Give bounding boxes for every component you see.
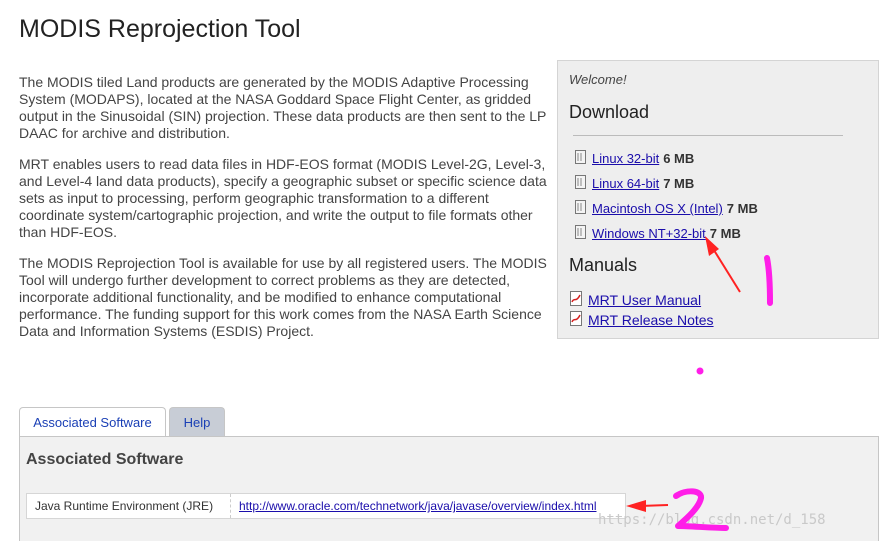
file-size: 7 MB [663,176,695,191]
intro-paragraph: The MODIS tiled Land products are genera… [19,74,547,141]
intro-paragraph: The MODIS Reprojection Tool is available… [19,255,547,339]
welcome-text: Welcome! [569,72,627,87]
download-link-windows[interactable]: Windows NT+32-bit [592,226,706,241]
sidebar-box: Welcome! Download Linux 32-bit 6 MB Linu… [557,60,879,339]
divider [573,135,843,136]
table-row: Java Runtime Environment (JRE) http://ww… [26,493,626,519]
software-name: Java Runtime Environment (JRE) [27,494,231,518]
document-icon [575,200,586,214]
annotation-dot [696,367,704,375]
tab-associated-software[interactable]: Associated Software [19,407,166,438]
tab-help[interactable]: Help [169,407,225,437]
pdf-icon [570,291,582,306]
intro-paragraph: MRT enables users to read data files in … [19,156,547,240]
document-icon [575,175,586,189]
manual-item-user: MRT User Manual [570,290,701,308]
document-icon [575,150,586,164]
panel-title: Associated Software [26,451,184,468]
intro-text: The MODIS tiled Land products are genera… [19,74,551,354]
download-link-mac[interactable]: Macintosh OS X (Intel) [592,201,723,216]
file-size: 6 MB [663,151,695,166]
download-item-mac: Macintosh OS X (Intel) 7 MB [575,198,758,216]
download-item-windows: Windows NT+32-bit 7 MB [575,223,741,241]
file-size: 7 MB [709,226,741,241]
page-title: MODIS Reprojection Tool [19,15,301,43]
software-link[interactable]: http://www.oracle.com/technetwork/java/j… [231,494,597,518]
manuals-heading: Manuals [569,255,638,275]
download-item-linux32: Linux 32-bit 6 MB [575,148,694,166]
download-heading: Download [569,102,650,122]
download-item-linux64: Linux 64-bit 7 MB [575,173,694,191]
manual-link-user[interactable]: MRT User Manual [588,292,701,308]
document-icon [575,225,586,239]
watermark: https://blog.csdn.net/d_158 [598,512,826,528]
manual-link-release[interactable]: MRT Release Notes [588,312,714,328]
pdf-icon [570,311,582,326]
download-link-linux32[interactable]: Linux 32-bit [592,151,659,166]
file-size: 7 MB [726,201,758,216]
manual-item-release: MRT Release Notes [570,310,714,328]
download-link-linux64[interactable]: Linux 64-bit [592,176,659,191]
